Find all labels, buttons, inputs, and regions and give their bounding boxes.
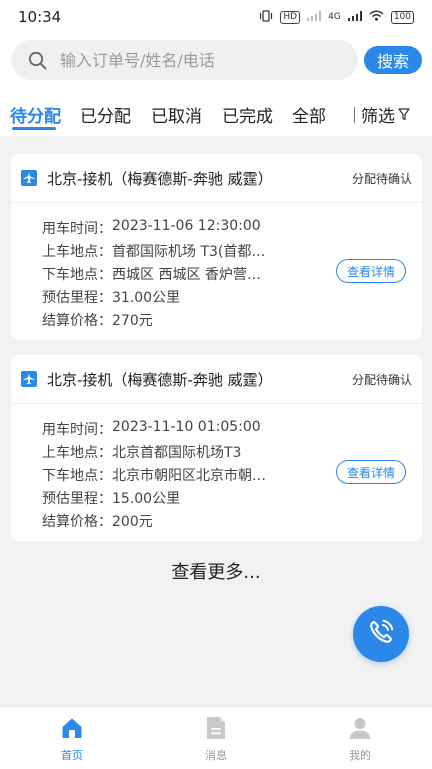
order-distance-label: 预估里程：	[42, 290, 112, 306]
bottom-nav: 首页 消息 我的	[0, 706, 432, 769]
nav-home-label: 首页	[61, 749, 83, 762]
profile-icon	[348, 716, 372, 740]
search-button[interactable]: 搜索	[364, 46, 422, 74]
order-title: 北京-接机（梅赛德斯-奔驰 威霆）	[47, 370, 273, 389]
order-pickup-label: 上车地点：	[42, 244, 112, 260]
wifi-icon	[369, 10, 384, 24]
order-price: 200元	[112, 514, 153, 530]
airplane-icon	[21, 170, 37, 186]
order-distance-row: 预估里程： 15.00公里	[42, 488, 422, 511]
order-title: 北京-接机（梅赛德斯-奔驰 威霆）	[47, 169, 273, 188]
load-more-link[interactable]: 查看更多...	[0, 558, 432, 584]
hd-badge: HD	[280, 10, 301, 24]
order-time-label: 用车时间：	[42, 422, 112, 438]
order-time: 2023-11-10 01:05:00	[112, 419, 261, 435]
search-input[interactable]	[58, 49, 342, 71]
filter-button[interactable]: 筛选	[354, 102, 410, 127]
order-price-label: 结算价格：	[42, 514, 112, 530]
search-box[interactable]	[11, 40, 358, 80]
call-button[interactable]	[353, 606, 409, 662]
order-price-label: 结算价格：	[42, 313, 112, 329]
tab-unassigned[interactable]: 待分配	[10, 102, 61, 127]
order-pickup-label: 上车地点：	[42, 445, 112, 461]
nav-messages[interactable]: 消息	[144, 707, 288, 769]
tab-all[interactable]: 全部	[292, 102, 326, 127]
order-dropoff-label: 下车地点：	[42, 267, 112, 283]
view-details-button[interactable]: 查看详情	[336, 460, 406, 484]
search-icon	[28, 50, 48, 70]
home-icon	[60, 716, 84, 740]
nav-messages-label: 消息	[205, 749, 227, 762]
order-distance-label: 预估里程：	[42, 491, 112, 507]
tab-assigned[interactable]: 已分配	[80, 102, 131, 127]
battery-indicator: 100	[390, 10, 414, 24]
view-details-button[interactable]: 查看详情	[336, 259, 406, 283]
nav-profile[interactable]: 我的	[288, 707, 432, 769]
order-pickup: 北京首都国际机场T3	[112, 445, 242, 461]
active-tab-indicator	[12, 127, 56, 130]
tab-completed[interactable]: 已完成	[222, 102, 273, 127]
order-price-row: 结算价格： 270元	[42, 310, 422, 333]
filter-icon	[398, 108, 410, 121]
order-distance-row: 预估里程： 31.00公里	[42, 287, 422, 310]
network-type: 4G	[328, 12, 341, 22]
signal-icon	[347, 10, 362, 24]
order-status: 分配待确认	[351, 171, 412, 186]
message-icon	[204, 716, 228, 740]
order-card: 北京-接机（梅赛德斯-奔驰 威霆） 分配待确认 用车时间： 2023-11-06…	[11, 154, 422, 340]
order-card-body: 用车时间： 2023-11-10 01:05:00 上车地点： 北京首都国际机场…	[11, 404, 422, 541]
order-status: 分配待确认	[351, 372, 412, 387]
status-bar: 10:34 HD 4G 100	[0, 0, 432, 34]
status-icons: HD 4G 100	[259, 9, 414, 25]
nav-profile-label: 我的	[349, 749, 371, 762]
filter-divider	[354, 106, 355, 123]
order-price: 270元	[112, 313, 153, 329]
order-card-header: 北京-接机（梅赛德斯-奔驰 威霆） 分配待确认	[11, 355, 422, 404]
phone-icon	[366, 617, 396, 651]
order-time: 2023-11-06 12:30:00	[112, 218, 261, 234]
nav-home[interactable]: 首页	[0, 707, 144, 769]
order-distance: 15.00公里	[112, 491, 181, 507]
filter-label: 筛选	[361, 107, 395, 127]
status-time: 10:34	[18, 8, 62, 26]
airplane-icon	[21, 371, 37, 387]
order-dropoff: 西城区 西城区 香炉营…	[112, 267, 261, 283]
vibrate-icon	[259, 9, 273, 25]
order-card-body: 用车时间： 2023-11-06 12:30:00 上车地点： 首都国际机场 T…	[11, 203, 422, 340]
order-dropoff-label: 下车地点：	[42, 468, 112, 484]
order-time-row: 用车时间： 2023-11-10 01:05:00	[42, 419, 422, 442]
order-distance: 31.00公里	[112, 290, 181, 306]
order-card-header: 北京-接机（梅赛德斯-奔驰 威霆） 分配待确认	[11, 154, 422, 203]
order-price-row: 结算价格： 200元	[42, 511, 422, 534]
order-time-row: 用车时间： 2023-11-06 12:30:00	[42, 218, 422, 241]
order-pickup: 首都国际机场 T3(首都…	[112, 244, 266, 260]
order-time-label: 用车时间：	[42, 221, 112, 237]
search-header: 搜索	[0, 34, 432, 88]
order-card: 北京-接机（梅赛德斯-奔驰 威霆） 分配待确认 用车时间： 2023-11-10…	[11, 355, 422, 541]
order-dropoff: 北京市朝阳区北京市朝…	[112, 468, 266, 484]
tab-cancelled[interactable]: 已取消	[151, 102, 202, 127]
status-tabs: 待分配 已分配 已取消 已完成 全部 筛选	[0, 88, 432, 136]
signal-weak-icon	[307, 10, 322, 24]
